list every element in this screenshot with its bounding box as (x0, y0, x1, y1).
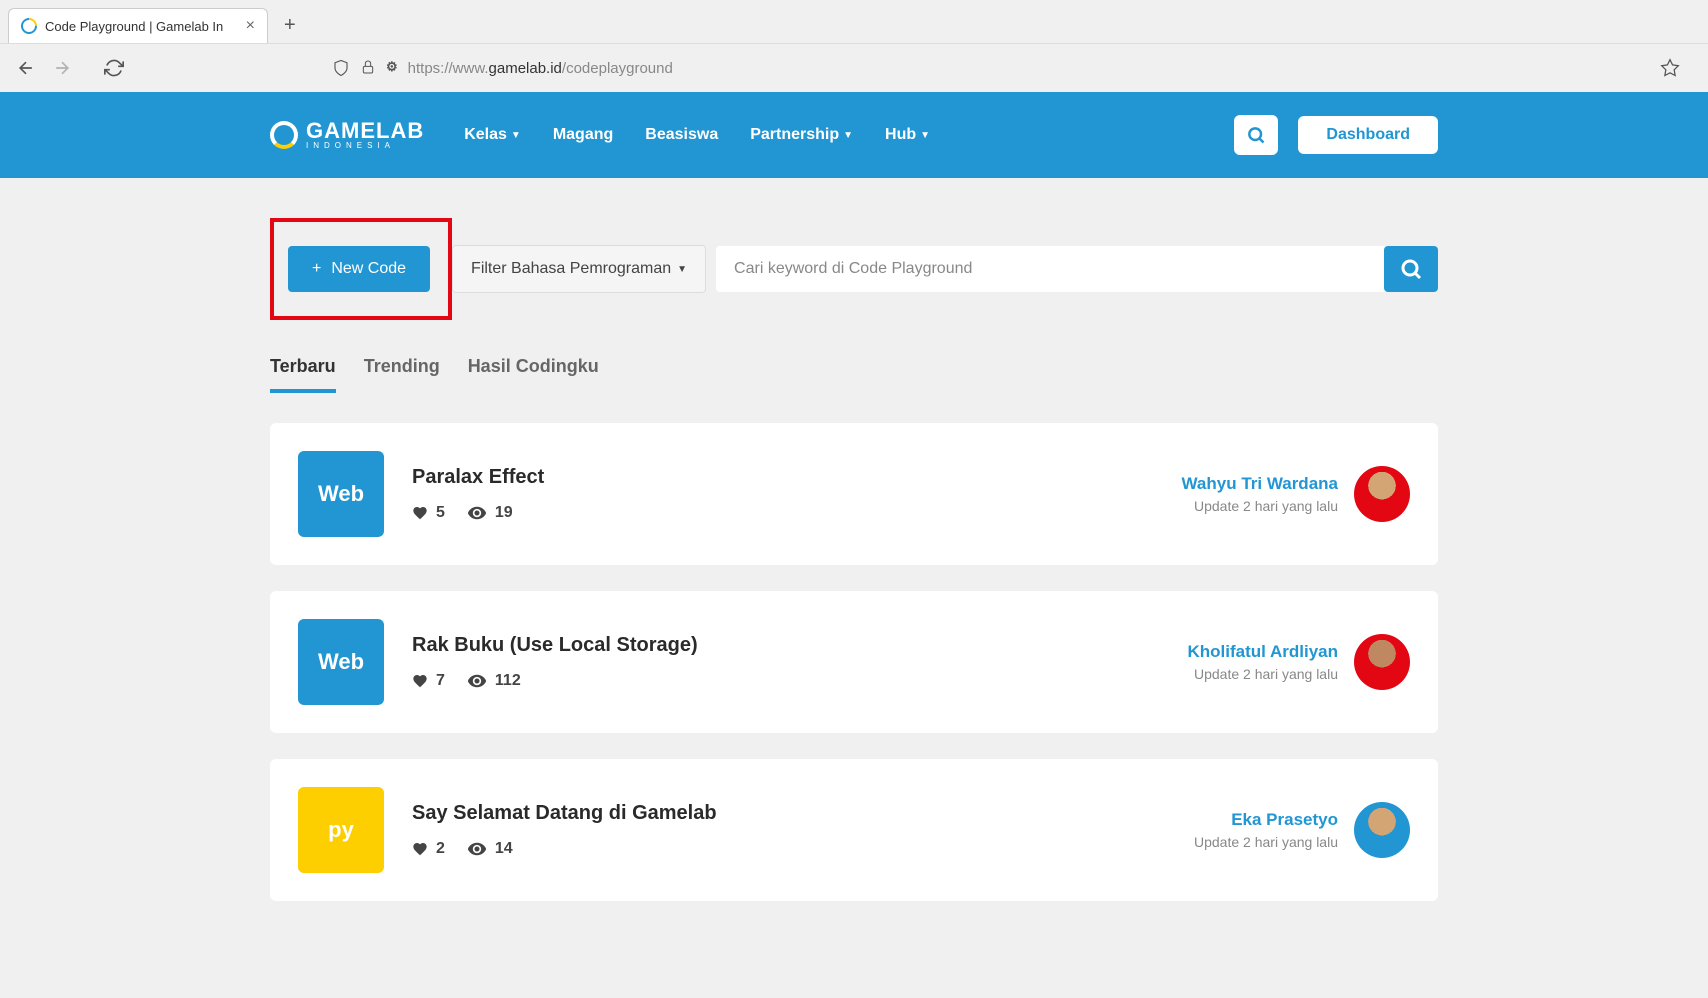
avatar[interactable] (1354, 466, 1410, 522)
code-card[interactable]: Web Rak Buku (Use Local Storage) 7 112 K… (270, 591, 1438, 733)
search-wrap (716, 246, 1438, 292)
card-stats: 7 112 (412, 671, 1188, 691)
card-title: Paralax Effect (412, 466, 1182, 489)
url-text: https://www.gamelab.id/codeplayground (408, 60, 673, 77)
views-count: 112 (495, 672, 521, 690)
likes-stat: 5 (412, 504, 445, 522)
highlight-annotation: + New Code (270, 218, 452, 320)
eye-icon (467, 503, 487, 523)
controls-row: + New Code Filter Bahasa Pemrograman ▼ (270, 218, 1438, 320)
nav-menu: Kelas▼ Magang Beasiswa Partnership▼ Hub▼ (464, 126, 930, 144)
site-header: GAMELAB INDONESIA Kelas▼ Magang Beasiswa… (0, 92, 1708, 178)
cards-list: Web Paralax Effect 5 19 Wahyu Tri Wardan… (270, 423, 1438, 901)
filter-language-dropdown[interactable]: Filter Bahasa Pemrograman ▼ (452, 245, 706, 293)
forward-button[interactable] (52, 58, 72, 78)
views-stat: 14 (467, 839, 513, 859)
nav-icons (16, 58, 124, 78)
author-update: Update 2 hari yang lalu (1182, 498, 1339, 514)
reload-button[interactable] (104, 58, 124, 78)
language-badge: Web (298, 619, 384, 705)
logo[interactable]: GAMELAB INDONESIA (270, 120, 424, 150)
tab-bar: Code Playground | Gamelab In × + (0, 0, 1708, 43)
avatar[interactable] (1354, 802, 1410, 858)
code-card[interactable]: Web Paralax Effect 5 19 Wahyu Tri Wardan… (270, 423, 1438, 565)
header-search-button[interactable] (1234, 115, 1278, 155)
likes-stat: 2 (412, 840, 445, 858)
nav-magang[interactable]: Magang (553, 126, 613, 144)
likes-stat: 7 (412, 672, 445, 690)
logo-main: GAMELAB (306, 120, 424, 142)
chevron-down-icon: ▼ (677, 264, 687, 275)
tab-hasil-codingku[interactable]: Hasil Codingku (468, 356, 599, 393)
card-author: Wahyu Tri Wardana Update 2 hari yang lal… (1182, 474, 1339, 514)
bookmark-icon[interactable] (1660, 58, 1680, 78)
favicon-icon (18, 15, 41, 38)
language-badge: Web (298, 451, 384, 537)
permissions-icon[interactable]: ⚙ (386, 59, 398, 77)
likes-count: 2 (436, 840, 445, 858)
author-name[interactable]: Wahyu Tri Wardana (1182, 474, 1339, 494)
views-stat: 112 (467, 671, 521, 691)
eye-icon (467, 671, 487, 691)
views-count: 14 (495, 840, 513, 858)
main-content: + New Code Filter Bahasa Pemrograman ▼ T… (270, 178, 1438, 901)
views-count: 19 (495, 504, 513, 522)
heart-icon (412, 505, 428, 521)
search-submit-button[interactable] (1384, 246, 1438, 292)
author-update: Update 2 hari yang lalu (1194, 834, 1338, 850)
lock-icon[interactable] (360, 59, 376, 77)
browser-chrome: Code Playground | Gamelab In × + ⚙ https… (0, 0, 1708, 92)
chevron-down-icon: ▼ (920, 130, 930, 141)
card-stats: 2 14 (412, 839, 1194, 859)
new-tab-button[interactable]: + (276, 14, 304, 37)
content-tabs: Terbaru Trending Hasil Codingku (270, 356, 1438, 393)
url-icons: ⚙ (332, 59, 398, 77)
card-stats: 5 19 (412, 503, 1182, 523)
author-name[interactable]: Kholifatul Ardliyan (1188, 642, 1339, 662)
avatar[interactable] (1354, 634, 1410, 690)
shield-icon[interactable] (332, 59, 350, 77)
card-author: Eka Prasetyo Update 2 hari yang lalu (1194, 810, 1338, 850)
new-code-button[interactable]: + New Code (288, 246, 430, 292)
tab-terbaru[interactable]: Terbaru (270, 356, 336, 393)
dashboard-button[interactable]: Dashboard (1298, 116, 1438, 154)
search-input[interactable] (716, 246, 1384, 292)
nav-kelas[interactable]: Kelas▼ (464, 126, 521, 144)
likes-count: 5 (436, 504, 445, 522)
card-info: Paralax Effect 5 19 (412, 466, 1182, 523)
card-title: Rak Buku (Use Local Storage) (412, 634, 1188, 657)
card-info: Rak Buku (Use Local Storage) 7 112 (412, 634, 1188, 691)
author-name[interactable]: Eka Prasetyo (1194, 810, 1338, 830)
address-bar[interactable]: ⚙ https://www.gamelab.id/codeplayground (320, 52, 1692, 84)
nav-bar: ⚙ https://www.gamelab.id/codeplayground (0, 43, 1708, 92)
likes-count: 7 (436, 672, 445, 690)
tab-trending[interactable]: Trending (364, 356, 440, 393)
chevron-down-icon: ▼ (843, 130, 853, 141)
close-icon[interactable]: × (246, 17, 255, 35)
eye-icon (467, 839, 487, 859)
views-stat: 19 (467, 503, 513, 523)
language-badge: py (298, 787, 384, 873)
heart-icon (412, 841, 428, 857)
nav-beasiswa[interactable]: Beasiswa (645, 126, 718, 144)
logo-icon (270, 121, 298, 149)
card-title: Say Selamat Datang di Gamelab (412, 802, 1194, 825)
code-card[interactable]: py Say Selamat Datang di Gamelab 2 14 Ek… (270, 759, 1438, 901)
nav-partnership[interactable]: Partnership▼ (750, 126, 853, 144)
card-author: Kholifatul Ardliyan Update 2 hari yang l… (1188, 642, 1339, 682)
tab-title: Code Playground | Gamelab In (45, 19, 238, 34)
author-update: Update 2 hari yang lalu (1188, 666, 1339, 682)
plus-icon: + (312, 260, 321, 278)
browser-tab[interactable]: Code Playground | Gamelab In × (8, 8, 268, 43)
logo-sub: INDONESIA (306, 142, 424, 150)
heart-icon (412, 673, 428, 689)
back-button[interactable] (16, 58, 36, 78)
nav-hub[interactable]: Hub▼ (885, 126, 930, 144)
chevron-down-icon: ▼ (511, 130, 521, 141)
card-info: Say Selamat Datang di Gamelab 2 14 (412, 802, 1194, 859)
